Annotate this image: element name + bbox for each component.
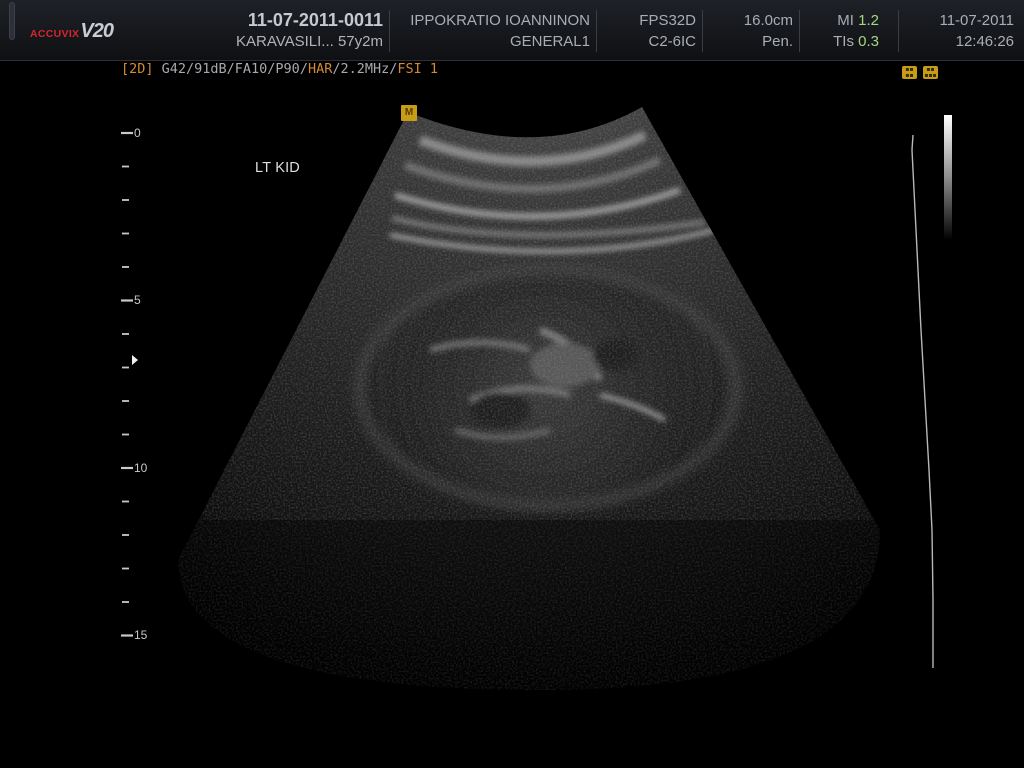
depth-label-10: 10 — [134, 461, 148, 475]
mode-label: [2D] — [121, 61, 154, 77]
header-bar: ACCUVIX V20 11-07-2011-0011 KARAVASILI..… — [0, 0, 1024, 61]
logo-brand: ACCUVIX — [30, 28, 80, 40]
ultrasound-screen: ACCUVIX V20 11-07-2011-0011 KARAVASILI..… — [0, 0, 1024, 768]
tis-index: TIs 0.3 — [806, 31, 879, 52]
patient-name: KARAVASILI... 57y2m — [235, 33, 383, 50]
depth-label-0: 0 — [134, 126, 141, 140]
depth-label-15: 15 — [134, 628, 148, 642]
probe-name: C2-6IC — [648, 33, 696, 50]
imaging-parameters: [2D] G42/91dB/FA10/P90/HAR/2.2MHz/FSI 1 — [121, 61, 438, 77]
header-divider — [389, 10, 390, 52]
frame-rate: FPS32D — [639, 12, 696, 29]
tgc-curve — [911, 134, 934, 668]
exam-time: 12:46:26 — [955, 33, 1014, 50]
focus-marker-icon[interactable] — [132, 355, 138, 365]
header-divider — [702, 10, 703, 52]
depth-label-5: 5 — [134, 293, 141, 307]
gain-settings: G42/91dB/FA10/P90/ — [153, 61, 308, 77]
mi-index: MI 1.2 — [806, 10, 879, 31]
mi-status-icon: ▪▪ ▪▪ — [902, 66, 917, 79]
ultrasound-image — [121, 107, 934, 690]
header-divider — [799, 10, 800, 52]
institution-info: IPPOKRATIO IOANNINON GENERAL1 — [396, 10, 590, 52]
orientation-marker: M — [401, 105, 417, 121]
mi-value: 1.2 — [858, 12, 879, 29]
depth-scale — [121, 131, 133, 637]
exam-id: 11-07-2011-0011 — [247, 10, 383, 30]
header-divider — [898, 10, 899, 52]
datetime-info: 11-07-2011 12:46:26 — [905, 10, 1014, 52]
safety-indices: MI 1.2 TIs 0.3 — [806, 10, 879, 52]
fsi-label: FSI 1 — [397, 61, 439, 77]
harmonic-label: HAR — [307, 61, 333, 77]
mi-label: MI — [837, 12, 854, 29]
institution-name: IPPOKRATIO IOANNINON — [410, 12, 590, 29]
frequency-settings: /2.2MHz/ — [332, 61, 398, 77]
patient-info: 11-07-2011-0011 KARAVASILI... 57y2m — [215, 10, 383, 52]
side-panel-tab[interactable] — [9, 2, 15, 40]
tis-value: 0.3 — [858, 33, 879, 50]
probe-info: FPS32D C2-6IC — [602, 10, 696, 52]
preset-name: GENERAL1 — [509, 33, 590, 50]
accuvix-logo: ACCUVIX V20 — [30, 20, 114, 44]
logo-model: V20 — [80, 20, 114, 42]
annotation-label[interactable]: LT KID — [255, 160, 300, 176]
grayscale-bar — [944, 115, 952, 240]
depth-info: 16.0cm Pen. — [708, 10, 793, 52]
depth-value: 16.0cm — [743, 12, 793, 29]
tis-label: TIs — [833, 33, 854, 50]
exam-date: 11-07-2011 — [939, 12, 1014, 29]
scan-sector — [178, 107, 880, 690]
son-status-icon: ▪▪ ▪▪▪ — [923, 66, 938, 79]
penetration-mode: Pen. — [762, 33, 793, 50]
header-divider — [596, 10, 597, 52]
status-icons: ▪▪ ▪▪ ▪▪ ▪▪▪ — [902, 66, 938, 79]
